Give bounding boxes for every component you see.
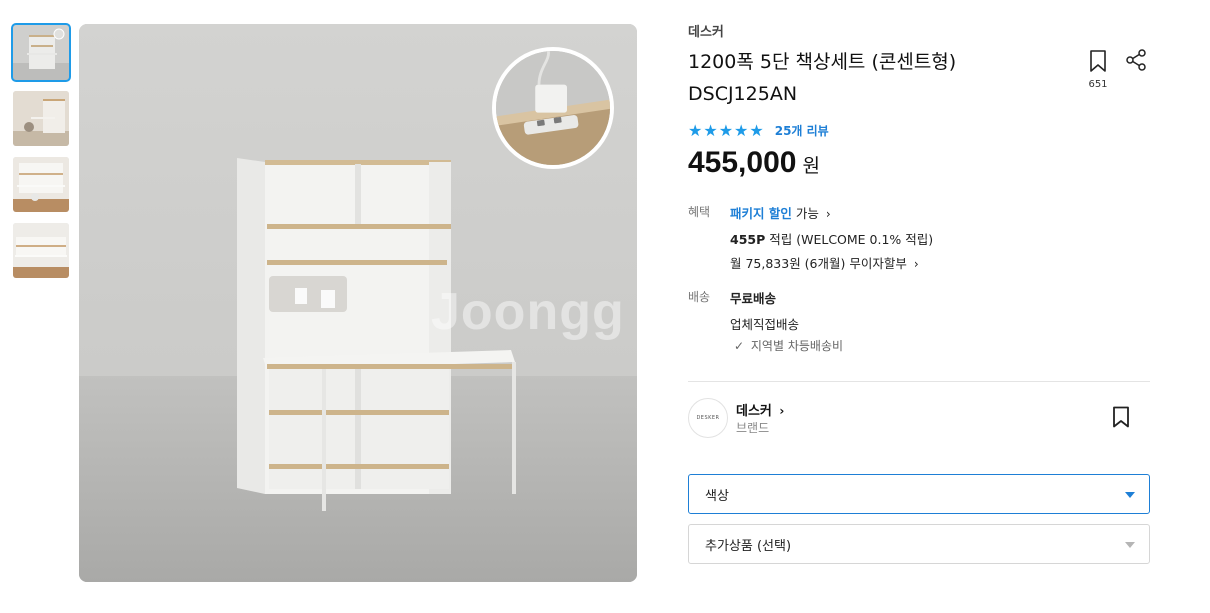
package-discount-link[interactable]: 패키지 할인 — [730, 206, 792, 221]
share-button[interactable] — [1124, 48, 1148, 72]
price: 455,000 원 — [688, 146, 820, 180]
package-discount-suffix: 가능 — [795, 206, 819, 221]
addon-select-placeholder: 추가상품 (선택) — [705, 538, 792, 554]
brand-name: 데스커 — [736, 404, 772, 419]
points-amount: 455P — [730, 232, 766, 247]
shipping-label: 배송 — [688, 290, 711, 304]
brand-card: DESKER 데스커 › 브랜드 — [688, 398, 1150, 438]
outlet-detail-inset — [492, 47, 614, 169]
shipping-method: 업체직접배송 — [730, 317, 800, 332]
installment-text: 월 75,833원 (6개월) 무이자할부 — [730, 256, 907, 271]
points-detail: 적립 (WELCOME 0.1% 적립) — [769, 232, 934, 247]
check-icon: ✓ — [734, 339, 745, 353]
outlet-closeup-image — [496, 51, 610, 165]
installment-row[interactable]: 월 75,833원 (6개월) 무이자할부 › — [730, 253, 919, 272]
package-discount-row[interactable]: 패키지 할인 가능 › — [730, 203, 831, 222]
section-divider — [688, 381, 1150, 382]
rating-row: ★★★★★ 25개 리뷰 — [688, 121, 829, 140]
thumbnail-1-image — [13, 25, 69, 80]
bookmark-button[interactable]: 651 — [1087, 49, 1109, 90]
caret-down-icon — [1125, 542, 1135, 548]
product-title-line2: DSCJ125AN — [688, 83, 798, 105]
thumbnail-3[interactable] — [13, 157, 69, 212]
thumbnail-2-image — [13, 91, 69, 146]
share-icon — [1126, 49, 1146, 71]
regional-fee-text: 지역별 차등배송비 — [750, 339, 844, 353]
brand-name-link[interactable]: 데스커 › — [736, 400, 784, 419]
caret-down-icon — [1125, 492, 1135, 498]
price-number: 455,000 — [688, 146, 797, 179]
chevron-right-icon: › — [913, 257, 919, 271]
thumbnail-3-image — [13, 157, 69, 212]
product-title: 1200폭 5단 책상세트 (콘센트형) DSCJ125AN — [688, 46, 1068, 110]
price-unit: 원 — [802, 155, 820, 177]
brand-link[interactable]: 데스커 — [688, 21, 724, 40]
brand-logo[interactable]: DESKER — [688, 398, 728, 438]
bookmark-count: 651 — [1088, 79, 1108, 90]
watermark-text: Joongg — [431, 283, 625, 341]
main-product-image[interactable]: Joongg — [79, 24, 637, 582]
review-count-link[interactable]: 25개 리뷰 — [775, 122, 829, 139]
color-select[interactable]: 색상 — [688, 474, 1150, 514]
color-select-placeholder: 색상 — [705, 488, 729, 504]
thumbnail-1[interactable] — [11, 23, 71, 82]
chevron-right-icon: › — [825, 207, 831, 221]
thumbnail-4-image — [13, 223, 69, 278]
thumbnail-4[interactable] — [13, 223, 69, 278]
points-row: 455P 적립 (WELCOME 0.1% 적립) — [730, 229, 933, 248]
chevron-right-icon: › — [779, 404, 785, 418]
regional-fee-row: ✓ 지역별 차등배송비 — [734, 337, 843, 354]
addon-select[interactable]: 추가상품 (선택) — [688, 524, 1150, 564]
brand-subtitle: 브랜드 — [736, 421, 770, 435]
thumbnail-2[interactable] — [13, 91, 69, 146]
product-title-line1: 1200폭 5단 책상세트 (콘센트형) — [688, 51, 957, 73]
benefit-label: 혜택 — [688, 205, 711, 219]
free-shipping-text: 무료배송 — [730, 291, 777, 306]
bookmark-icon — [1113, 406, 1129, 428]
star-rating-icon: ★★★★★ — [688, 121, 765, 140]
bookmark-icon — [1090, 50, 1106, 72]
thumbnail-list — [11, 23, 71, 289]
brand-bookmark-button[interactable] — [1111, 406, 1131, 428]
